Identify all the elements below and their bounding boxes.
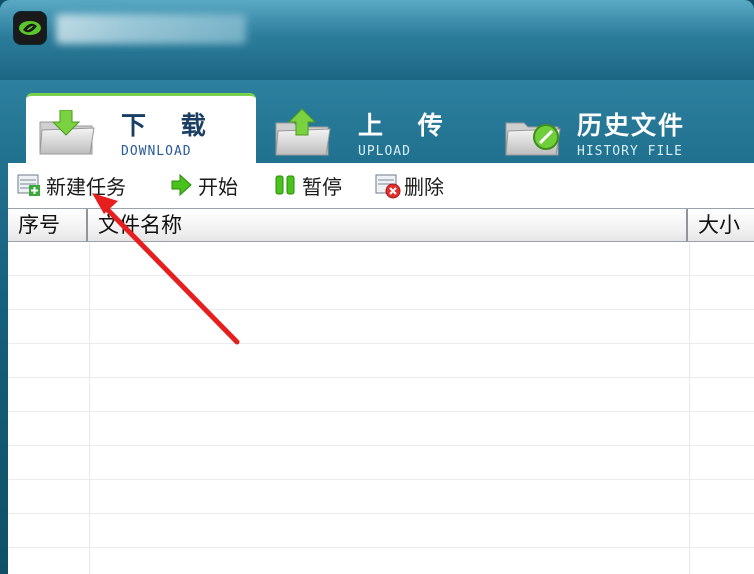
title-bar[interactable] (0, 0, 754, 80)
tab-history-subtitle: HISTORY FILE (577, 144, 683, 159)
column-header-size[interactable]: 大小 (688, 209, 754, 241)
upload-folder-icon (274, 107, 332, 156)
history-folder-icon (504, 107, 562, 156)
app-window: 下 载 DOWNLOAD 上 传 UPLOAD 历史文件 HISTORY FIL… (0, 0, 754, 574)
task-table: 序号 文件名称 大小 (8, 208, 754, 574)
table-header: 序号 文件名称 大小 (8, 208, 754, 242)
play-arrow-icon (168, 172, 194, 198)
app-logo-icon (14, 12, 46, 44)
tab-download[interactable]: 下 载 DOWNLOAD (26, 93, 256, 163)
column-header-index[interactable]: 序号 (8, 209, 88, 241)
tab-download-title: 下 载 (121, 111, 208, 140)
delete-button[interactable]: 删除 (374, 171, 444, 199)
table-row[interactable] (8, 514, 754, 548)
window-title-obscured (56, 14, 246, 44)
table-row[interactable] (8, 310, 754, 344)
start-button[interactable]: 开始 (168, 171, 238, 199)
delete-label: 删除 (404, 174, 444, 199)
tab-upload[interactable]: 上 传 UPLOAD (270, 93, 490, 163)
toolbar: 新建任务 开始 暂停 删除 (8, 163, 754, 209)
tab-download-subtitle: DOWNLOAD (121, 144, 192, 159)
table-row[interactable] (8, 276, 754, 310)
start-label: 开始 (198, 174, 238, 199)
table-row[interactable] (8, 548, 754, 574)
new-task-label: 新建任务 (46, 174, 126, 199)
tab-upload-title: 上 传 (358, 111, 445, 140)
table-row[interactable] (8, 378, 754, 412)
table-row[interactable] (8, 412, 754, 446)
download-folder-icon (38, 109, 96, 156)
tab-history[interactable]: 历史文件 HISTORY FILE (500, 93, 754, 163)
table-row[interactable] (8, 242, 754, 276)
tab-history-title: 历史文件 (577, 111, 686, 140)
new-task-icon (16, 172, 42, 198)
new-task-button[interactable]: 新建任务 (16, 171, 126, 199)
table-row[interactable] (8, 446, 754, 480)
table-row[interactable] (8, 480, 754, 514)
column-header-filename[interactable]: 文件名称 (88, 209, 688, 241)
tab-upload-subtitle: UPLOAD (358, 144, 411, 159)
delete-icon (374, 172, 401, 199)
table-row[interactable] (8, 344, 754, 378)
pause-button[interactable]: 暂停 (272, 171, 342, 199)
pause-icon (272, 172, 298, 198)
pause-label: 暂停 (302, 174, 342, 199)
